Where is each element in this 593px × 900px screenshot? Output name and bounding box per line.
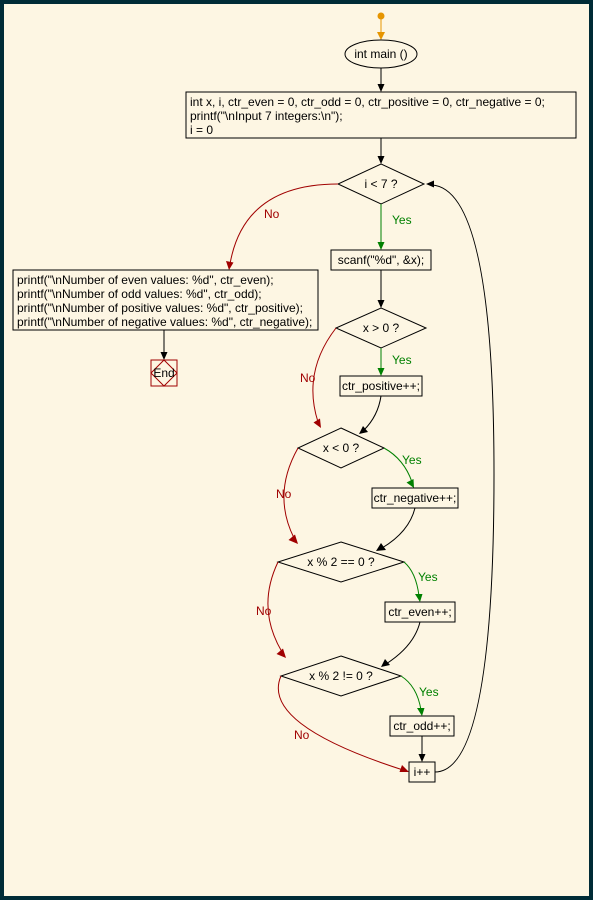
neg-no-label: No <box>276 487 292 501</box>
edge-scanf-cond2 <box>378 270 385 308</box>
neg-yes-label: Yes <box>402 453 422 467</box>
edge-ctreven-merge <box>381 622 420 667</box>
node-incr: i++ <box>409 762 435 782</box>
edge-even-no: No <box>256 562 286 658</box>
even-no-label: No <box>256 604 272 618</box>
node-ctreven: ctr_even++; <box>385 602 455 622</box>
node-cond-pos: x > 0 ? <box>336 308 426 348</box>
entry-marker <box>377 13 385 40</box>
node-output: printf("\nNumber of even values: %d", ct… <box>13 270 318 330</box>
node-cond-even: x % 2 == 0 ? <box>278 542 404 582</box>
node-ctrpos: ctr_positive++; <box>340 376 422 396</box>
flowchart-svg: int main () int x, i, ctr_even = 0, ctr_… <box>4 4 589 896</box>
edge-pos-no: No <box>300 328 336 428</box>
edge-neg-no: No <box>276 448 298 544</box>
scanf-label: scanf("%d", &x); <box>338 253 425 267</box>
pos-no-label: No <box>300 371 316 385</box>
flowchart-canvas: int main () int x, i, ctr_even = 0, ctr_… <box>4 4 589 896</box>
out-l2: printf("\nNumber of odd values: %d", ctr… <box>17 287 262 301</box>
incr-label: i++ <box>414 765 431 779</box>
ctrpos-label: ctr_positive++; <box>342 379 420 393</box>
cond-pos-label: x > 0 ? <box>363 321 400 335</box>
ctrneg-label: ctr_negative++; <box>374 491 457 505</box>
edge-main-decl <box>378 68 385 92</box>
edge-loop-no: No <box>226 184 338 270</box>
out-l1: printf("\nNumber of even values: %d", ct… <box>17 273 274 287</box>
decl-line1: int x, i, ctr_even = 0, ctr_odd = 0, ctr… <box>190 95 545 109</box>
edge-decl-cond1 <box>378 138 385 164</box>
out-l4: printf("\nNumber of negative values: %d"… <box>17 315 312 329</box>
odd-yes-label: Yes <box>419 685 439 699</box>
loop-yes-label: Yes <box>392 213 412 227</box>
node-ctrodd: ctr_odd++; <box>390 716 454 736</box>
edge-neg-yes: Yes <box>384 448 422 488</box>
ctrodd-label: ctr_odd++; <box>393 719 450 733</box>
node-main-label: int main () <box>354 47 407 61</box>
decl-line2: printf("\nInput 7 integers:\n"); <box>190 109 343 123</box>
node-scanf: scanf("%d", &x); <box>331 250 431 270</box>
edge-odd-yes: Yes <box>401 676 439 716</box>
decl-line3: i = 0 <box>190 123 213 137</box>
node-ctrneg: ctr_negative++; <box>372 488 458 508</box>
node-cond-loop: i < 7 ? <box>338 164 424 204</box>
node-end: End <box>151 360 177 386</box>
edge-pos-yes: Yes <box>378 348 412 376</box>
edge-loop-yes: Yes <box>378 204 412 250</box>
node-cond-neg: x < 0 ? <box>298 428 384 468</box>
edge-out-end <box>161 330 168 360</box>
node-main: int main () <box>345 40 417 68</box>
edge-ctrpos-merge <box>359 396 381 434</box>
even-yes-label: Yes <box>418 570 438 584</box>
loop-no-label: No <box>264 207 280 221</box>
edge-loopback <box>426 181 494 773</box>
cond-even-label: x % 2 == 0 ? <box>307 555 375 569</box>
cond-neg-label: x < 0 ? <box>323 441 360 455</box>
edge-ctrneg-merge <box>376 508 415 551</box>
ctreven-label: ctr_even++; <box>388 605 451 619</box>
node-cond-odd: x % 2 != 0 ? <box>281 656 401 696</box>
edge-ctrodd-merge <box>419 736 426 762</box>
edge-even-yes: Yes <box>404 562 438 602</box>
out-l3: printf("\nNumber of positive values: %d"… <box>17 301 303 315</box>
edge-odd-no: No <box>278 676 409 772</box>
cond-loop-label: i < 7 ? <box>364 177 397 191</box>
cond-odd-label: x % 2 != 0 ? <box>309 669 373 683</box>
pos-yes-label: Yes <box>392 353 412 367</box>
node-decl: int x, i, ctr_even = 0, ctr_odd = 0, ctr… <box>186 92 576 138</box>
end-label: End <box>153 366 174 380</box>
odd-no-label: No <box>294 728 310 742</box>
